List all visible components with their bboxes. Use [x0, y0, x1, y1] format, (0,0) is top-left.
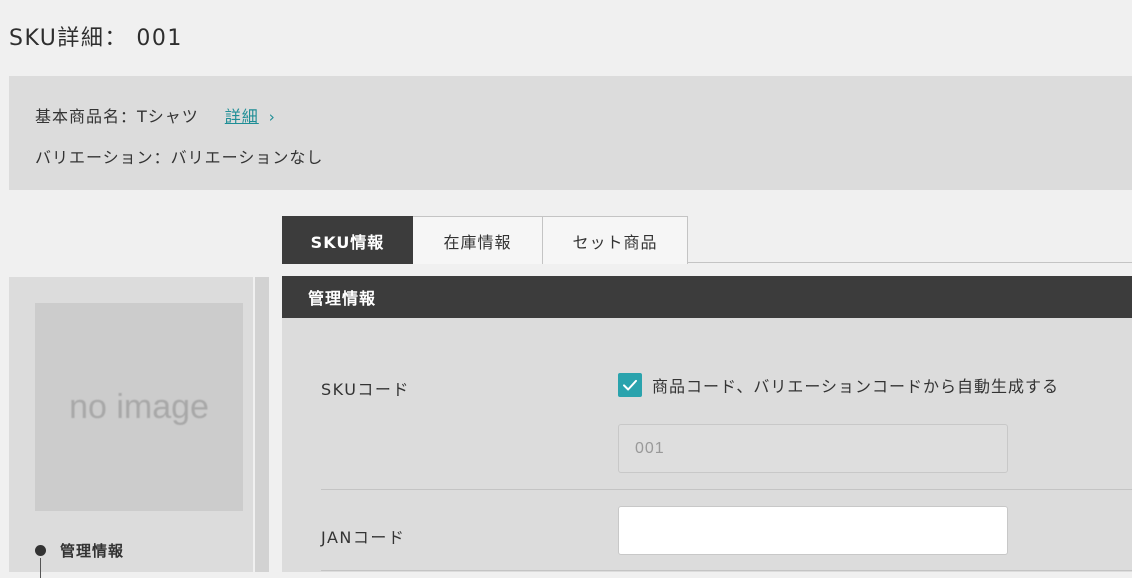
- field-divider: [321, 489, 1132, 490]
- auto-generate-label[interactable]: 商品コード、バリエーションコードから自動生成する: [652, 373, 1059, 397]
- tab-bar: SKU情報 在庫情報 セット商品: [282, 216, 688, 264]
- tab-set-products[interactable]: セット商品: [543, 216, 688, 264]
- detail-link[interactable]: 詳細: [225, 107, 259, 126]
- bullet-dot-icon: [35, 545, 46, 556]
- auto-generate-checkbox[interactable]: [618, 373, 642, 397]
- chevron-right-icon[interactable]: ›: [269, 108, 276, 126]
- jan-code-label: JANコード: [321, 528, 406, 547]
- field-divider: [321, 570, 1132, 571]
- check-icon: [623, 379, 637, 391]
- sku-code-input: [618, 424, 1008, 473]
- sidebar-item-label: 管理情報: [60, 542, 125, 560]
- tab-underline: [688, 262, 1132, 263]
- product-name-row: 基本商品名：Tシャツ 詳細 ›: [35, 103, 276, 127]
- sku-code-label: SKUコード: [321, 380, 410, 399]
- product-name-label: 基本商品名：Tシャツ: [35, 107, 199, 126]
- sidebar-item-management-info[interactable]: 管理情報: [35, 540, 124, 561]
- panel-title: 管理情報: [282, 276, 1132, 318]
- sidebar-scrollbar[interactable]: [255, 277, 269, 572]
- tab-sku-info[interactable]: SKU情報: [282, 216, 413, 264]
- variation-label: バリエーション：バリエーションなし: [35, 148, 324, 167]
- product-info-box: 基本商品名：Tシャツ 詳細 › バリエーション：バリエーションなし: [9, 76, 1132, 190]
- tab-stock-info[interactable]: 在庫情報: [413, 216, 543, 264]
- no-image-text: no image: [69, 387, 209, 426]
- management-info-panel: 管理情報 SKUコード 商品コード、バリエーションコードから自動生成する JAN…: [282, 276, 1132, 572]
- jan-code-input[interactable]: [618, 506, 1008, 555]
- page-title: SKU詳細： 001: [9, 26, 183, 51]
- product-image-placeholder: no image: [35, 303, 243, 511]
- sidebar-nav-line: [40, 558, 41, 578]
- sidebar: no image 管理情報: [9, 277, 253, 578]
